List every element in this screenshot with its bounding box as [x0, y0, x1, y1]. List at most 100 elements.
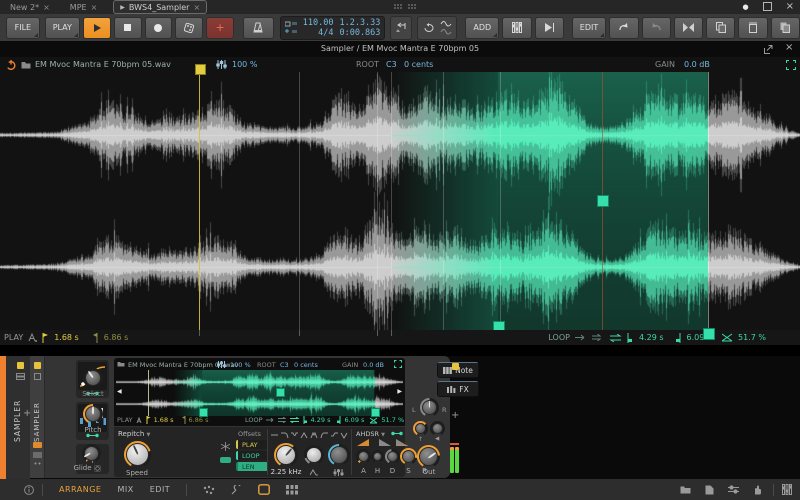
loop-mode-forward-icon[interactable] [277, 417, 287, 423]
tab-new2[interactable]: New 2* × [4, 1, 56, 13]
punch-cluster[interactable] [390, 15, 413, 40]
zoom-value[interactable]: 100 % [230, 361, 251, 369]
crossfade-icon[interactable] [722, 333, 733, 342]
session-indicator-icon[interactable]: ● [743, 3, 749, 11]
mini-waveform-display[interactable]: ◀ ▶ [116, 370, 403, 417]
device-panel-toggle-icon[interactable] [258, 484, 271, 495]
time-signature[interactable]: 4/4 [318, 28, 333, 38]
select-knob[interactable] [83, 368, 103, 388]
zoom-value[interactable]: 100 % [232, 60, 257, 69]
loop-end-value[interactable]: 6.09 s [344, 416, 364, 424]
playhead-line[interactable] [199, 72, 201, 330]
root-note-value[interactable]: C3 [280, 361, 289, 369]
crossfade-value[interactable]: 51.7 % [738, 333, 766, 342]
sample-waveform-display[interactable] [0, 64, 800, 340]
glide-sync-badge[interactable] [93, 464, 101, 472]
device-preset-icon[interactable] [34, 373, 41, 380]
position-value[interactable]: 1.2.3.33 [339, 18, 380, 28]
pitch-knob[interactable] [83, 404, 103, 424]
attack-shape-icon[interactable] [357, 439, 369, 446]
fx-section-button[interactable]: FX [437, 381, 479, 397]
window-drag-handle-icon[interactable] [394, 4, 416, 10]
redo-button[interactable] [641, 16, 671, 39]
device-header[interactable]: SAMPLER [30, 356, 45, 478]
controller-icon[interactable] [231, 484, 242, 495]
slice-marker-line[interactable] [443, 72, 445, 330]
tempo-value[interactable]: 110.00 [303, 18, 334, 28]
envelope-dropdown[interactable]: AHDSR ▼ [356, 430, 385, 438]
play-marker-mode-icon[interactable] [136, 416, 143, 424]
playback-mode-dropdown[interactable]: Repitch ▼ [118, 430, 150, 438]
close-icon[interactable]: × [193, 3, 200, 12]
transport-stop-button[interactable] [113, 16, 142, 39]
loop-end-flag-icon[interactable] [336, 416, 341, 424]
copy-button[interactable] [706, 16, 736, 39]
loop-start-value[interactable]: 4.29 s [311, 416, 331, 424]
pan-knob[interactable] [420, 398, 439, 417]
transport-play-button[interactable] [82, 16, 111, 39]
device-enable-led[interactable] [34, 362, 41, 369]
play-menu-button[interactable]: PLAY [44, 16, 80, 39]
offset-loop-button[interactable]: LOOP [236, 451, 268, 460]
loop-start-value[interactable]: 4.29 s [639, 333, 664, 342]
resonance-knob[interactable] [304, 445, 324, 465]
release-shape-icon[interactable] [396, 439, 408, 446]
loop-end-handle[interactable] [703, 328, 715, 340]
keytrack-knob[interactable] [328, 444, 350, 466]
dual-panel-icon[interactable] [203, 485, 215, 495]
play-start-value[interactable]: 1.68 s [154, 416, 174, 424]
play-start-handle[interactable] [195, 64, 207, 75]
frame-select-icon[interactable] [394, 360, 402, 368]
sustain-knob[interactable] [400, 448, 417, 465]
loop-start-flag-icon[interactable] [303, 416, 308, 424]
file-button[interactable]: FILE [6, 16, 40, 39]
close-icon[interactable]: × [91, 3, 98, 12]
cutoff-value[interactable]: 2.25 kHz [267, 468, 305, 476]
browser-folder-icon[interactable] [680, 485, 691, 494]
speed-knob[interactable] [124, 441, 151, 468]
play-end-value[interactable]: 6.86 s [189, 416, 209, 424]
crossfade-icon[interactable] [370, 417, 378, 424]
add-device-button[interactable]: + [451, 410, 459, 421]
hold-knob[interactable] [371, 450, 384, 463]
loop-toggle-icon[interactable] [422, 22, 436, 33]
mixer-toggle-button[interactable] [502, 16, 532, 39]
tempo-display[interactable]: 110.00 4/4 1.2.3.33 0:00.863 [279, 15, 386, 40]
send-a-knob[interactable] [413, 421, 428, 436]
play-end-value[interactable]: 6.86 s [104, 333, 129, 342]
loop-mode-pingpong-icon[interactable] [289, 417, 300, 423]
loop-mode-pingpong-icon[interactable] [609, 333, 622, 342]
close-window-icon[interactable]: × [786, 1, 794, 12]
follow-playhead-button[interactable] [534, 16, 564, 39]
slice-marker-line[interactable] [376, 72, 378, 330]
out-knob[interactable] [417, 445, 440, 468]
transport-record-button[interactable] [144, 16, 173, 39]
loop-end-flag-icon[interactable] [675, 332, 682, 343]
root-note-value[interactable]: C3 [386, 60, 397, 69]
offset-len-button[interactable]: LEN [236, 462, 268, 471]
power-icon[interactable] [6, 60, 16, 70]
dice-fill-button[interactable] [175, 16, 204, 39]
more-dots-icon[interactable] [34, 462, 41, 465]
device-name[interactable]: SAMPLER [33, 396, 41, 442]
zoom-fader-icon[interactable] [217, 361, 226, 368]
gain-value[interactable]: 0.0 dB [363, 361, 384, 369]
scroll-right-icon[interactable]: ▶ [397, 388, 402, 395]
play-start-value[interactable]: 1.68 s [54, 333, 79, 342]
consolidate-icon-button[interactable] [673, 16, 704, 39]
grid-panel-icon[interactable] [286, 484, 299, 495]
file-browser-icon[interactable] [705, 485, 714, 495]
slice-marker-line[interactable] [391, 72, 393, 330]
settings-sliders-icon[interactable] [728, 485, 739, 494]
list-icon[interactable] [33, 452, 42, 458]
expression-icon[interactable] [33, 442, 42, 448]
mini-crossfade-handle[interactable] [276, 388, 286, 397]
crossfade-handle[interactable] [596, 195, 609, 207]
play-end-flag-icon[interactable] [92, 332, 99, 343]
view-edit[interactable]: EDIT [150, 485, 170, 494]
frame-select-icon[interactable] [786, 60, 796, 70]
filter-type-icons[interactable] [271, 431, 349, 440]
sample-file-name[interactable]: EM Mvoc Mantra E 70bpm 05.wav [35, 60, 171, 69]
root-cents-value[interactable]: 0 cents [404, 60, 433, 69]
track-name[interactable]: SAMPLER [13, 394, 22, 442]
